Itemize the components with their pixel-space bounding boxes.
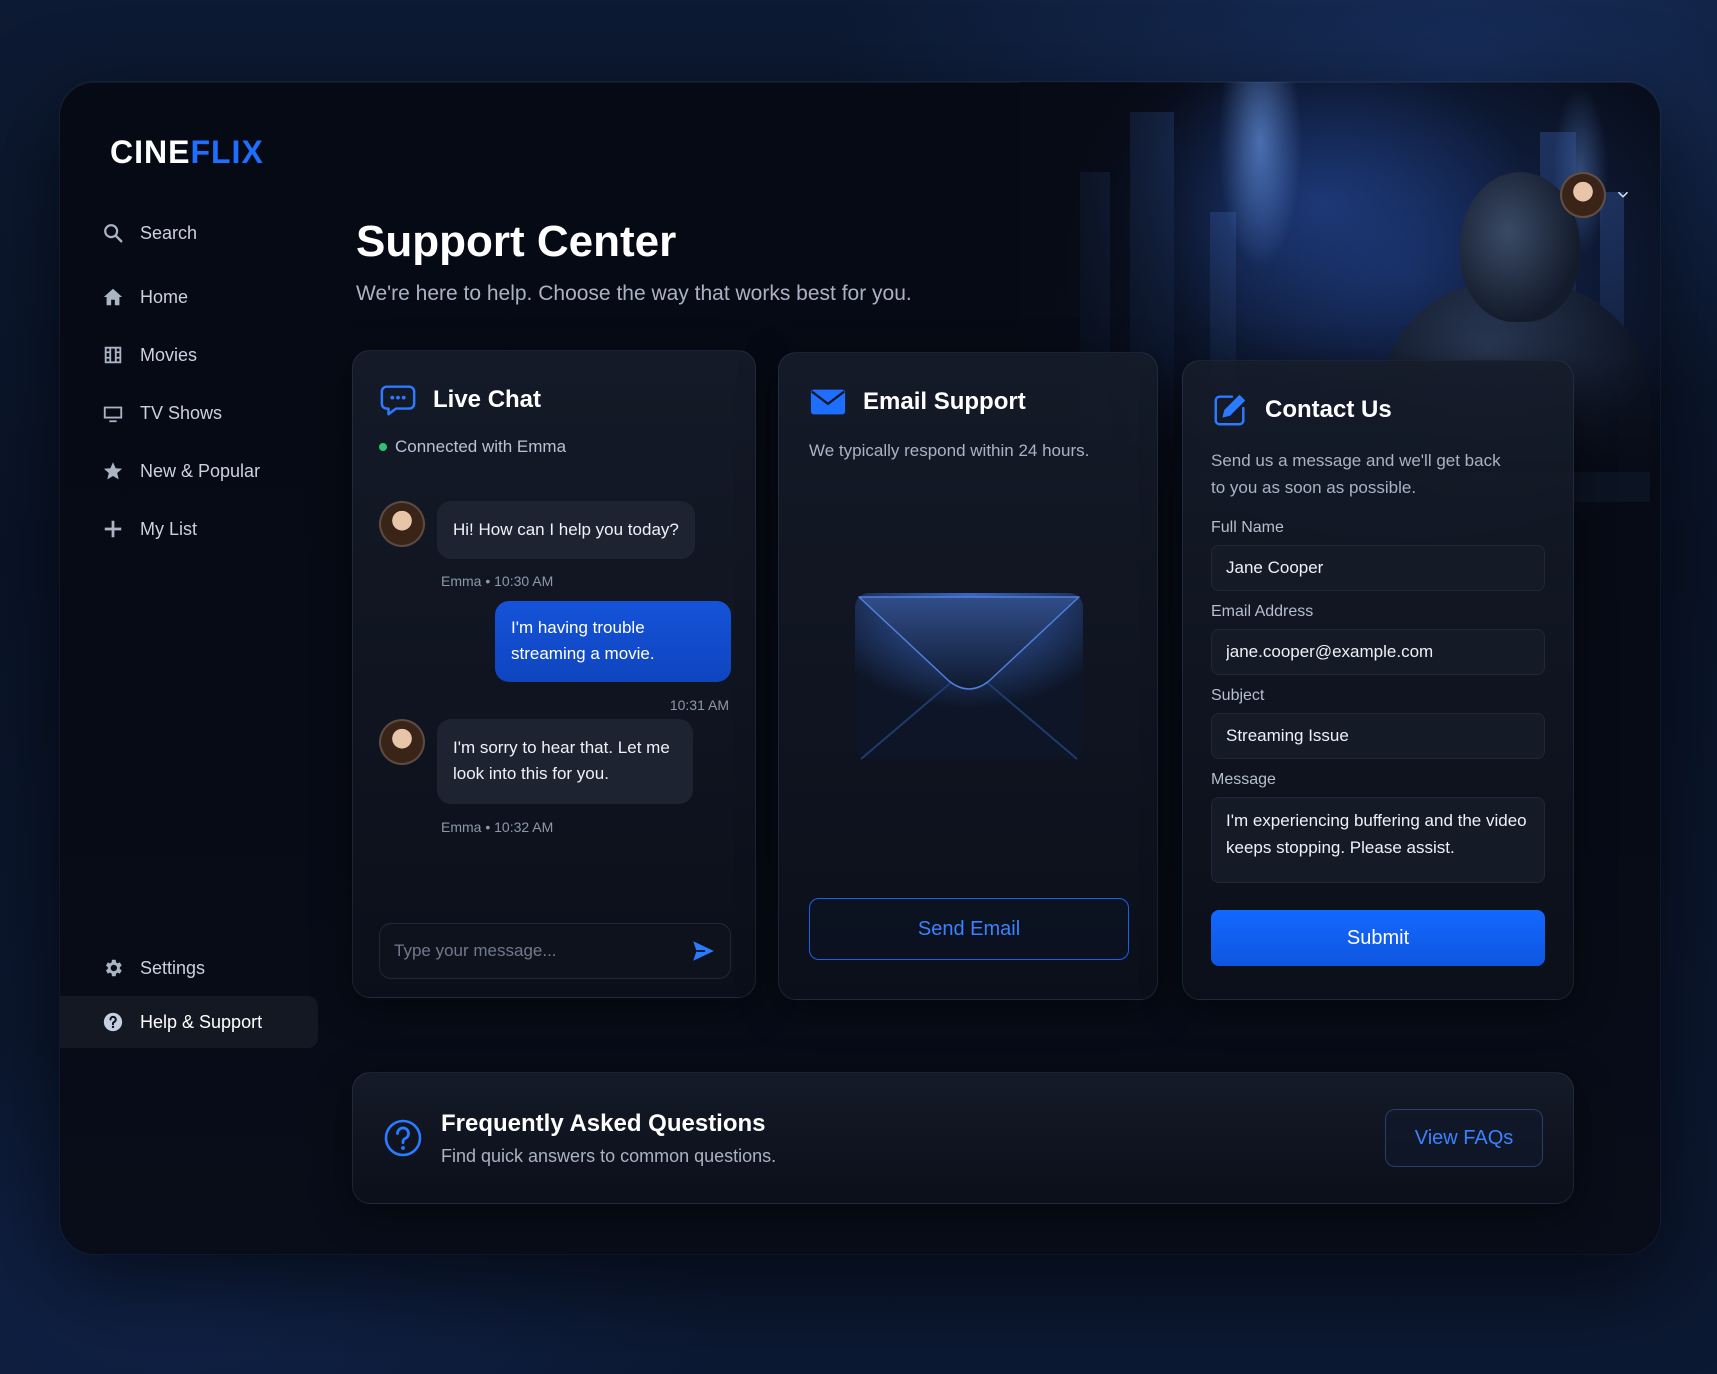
chat-input-box <box>379 923 731 979</box>
message-meta: Emma • 10:30 AM <box>441 573 554 589</box>
sidebar-item-label: New & Popular <box>140 460 261 481</box>
sidebar-item-label: Search <box>140 222 198 243</box>
faq-card: Frequently Asked Questions Find quick an… <box>352 1072 1574 1204</box>
help-icon <box>103 1012 123 1032</box>
chat-bubble: Hi! How can I help you today? <box>437 501 695 560</box>
chat-status-text: Connected with Emma <box>395 437 567 456</box>
avatar <box>1560 172 1606 218</box>
email-support-card: Email Support We typically respond withi… <box>778 352 1158 1000</box>
email-support-subtitle: We typically respond within 24 hours. <box>809 441 1090 460</box>
plus-icon <box>104 520 122 538</box>
chat-bubble-user: I'm having trouble streaming a movie. <box>495 601 731 682</box>
message-field[interactable]: I'm experiencing buffering and the video… <box>1211 797 1545 884</box>
app-window: CINEFLIX Search Home Movies TV Shows New… <box>60 82 1660 1254</box>
faq-subtitle: Find quick answers to common questions. <box>441 1145 777 1166</box>
sidebar-item-settings[interactable]: Settings <box>94 942 314 994</box>
faq-title: Frequently Asked Questions <box>441 1109 766 1137</box>
chat-message-agent: Hi! How can I help you today? <box>379 501 695 560</box>
email-field[interactable] <box>1211 629 1545 676</box>
sidebar-item-help-support[interactable]: Help & Support <box>60 996 318 1048</box>
sidebar-item-label: My List <box>140 518 198 539</box>
chevron-down-icon <box>1618 191 1628 198</box>
sidebar-bottom-nav: Settings Help & Support <box>60 942 318 1050</box>
page-title: Support Center <box>356 217 677 266</box>
home-icon <box>103 288 123 306</box>
tv-icon <box>103 406 123 423</box>
subject-field[interactable] <box>1211 713 1545 760</box>
brand-logo[interactable]: CINEFLIX <box>110 134 264 171</box>
message-meta: 10:31 AM <box>669 697 729 713</box>
live-chat-title: Live Chat <box>433 386 542 413</box>
send-icon[interactable] <box>690 938 716 964</box>
live-chat-card: Live Chat Connected with Emma Hi! How ca… <box>352 350 756 998</box>
sidebar-item-home[interactable]: Home <box>94 271 294 323</box>
sidebar-item-label: Settings <box>140 957 206 978</box>
full-name-field[interactable] <box>1211 545 1545 592</box>
chat-bubble-icon <box>380 385 416 416</box>
view-faqs-button[interactable]: View FAQs <box>1385 1109 1543 1167</box>
envelope-icon <box>810 389 846 415</box>
chat-message-agent: I'm sorry to hear that. Let me look into… <box>379 719 693 804</box>
sidebar-item-label: TV Shows <box>140 402 223 423</box>
question-icon <box>384 1119 422 1157</box>
sidebar-nav: Search Home Movies TV Shows New & Popula… <box>94 207 294 561</box>
full-name-label: Full Name <box>1211 519 1284 537</box>
submit-button[interactable]: Submit <box>1211 910 1545 967</box>
sidebar-item-tv-shows[interactable]: TV Shows <box>94 387 294 439</box>
sidebar-item-new-popular[interactable]: New & Popular <box>94 445 294 497</box>
page-subtitle: We're here to help. Choose the way that … <box>356 282 912 305</box>
contact-us-subtitle: Send us a message and we'll get back to … <box>1211 451 1501 498</box>
email-support-title: Email Support <box>863 388 1026 415</box>
sidebar-item-my-list[interactable]: My List <box>94 503 294 555</box>
chat-status: Connected with Emma <box>379 437 729 457</box>
sidebar-item-label: Help & Support <box>140 1011 263 1032</box>
contact-us-title: Contact Us <box>1265 396 1392 423</box>
brand-logo-part1: CINE <box>110 134 191 170</box>
agent-avatar <box>379 719 425 765</box>
subject-label: Subject <box>1211 687 1265 705</box>
gear-icon <box>105 959 122 977</box>
contact-us-card: Contact Us Send us a message and we'll g… <box>1182 360 1574 1000</box>
sidebar-item-label: Home <box>140 286 189 307</box>
star-icon <box>103 462 123 480</box>
email-label: Email Address <box>1211 603 1314 621</box>
message-label: Message <box>1211 771 1276 789</box>
envelope-illustration <box>855 593 1083 760</box>
online-indicator <box>379 443 387 451</box>
profile-menu[interactable] <box>1560 172 1630 218</box>
chat-bubble: I'm sorry to hear that. Let me look into… <box>437 719 693 804</box>
film-icon <box>104 346 122 364</box>
sidebar-item-label: Movies <box>140 344 198 365</box>
edit-icon <box>1214 394 1246 426</box>
chat-message-input[interactable] <box>394 941 674 961</box>
message-meta: Emma • 10:32 AM <box>441 819 554 835</box>
sidebar-item-search[interactable]: Search <box>94 207 294 259</box>
search-icon <box>104 224 123 243</box>
agent-avatar <box>379 501 425 547</box>
brand-logo-part2: FLIX <box>190 134 264 170</box>
send-email-button[interactable]: Send Email <box>809 898 1129 960</box>
sidebar-item-movies[interactable]: Movies <box>94 329 294 381</box>
